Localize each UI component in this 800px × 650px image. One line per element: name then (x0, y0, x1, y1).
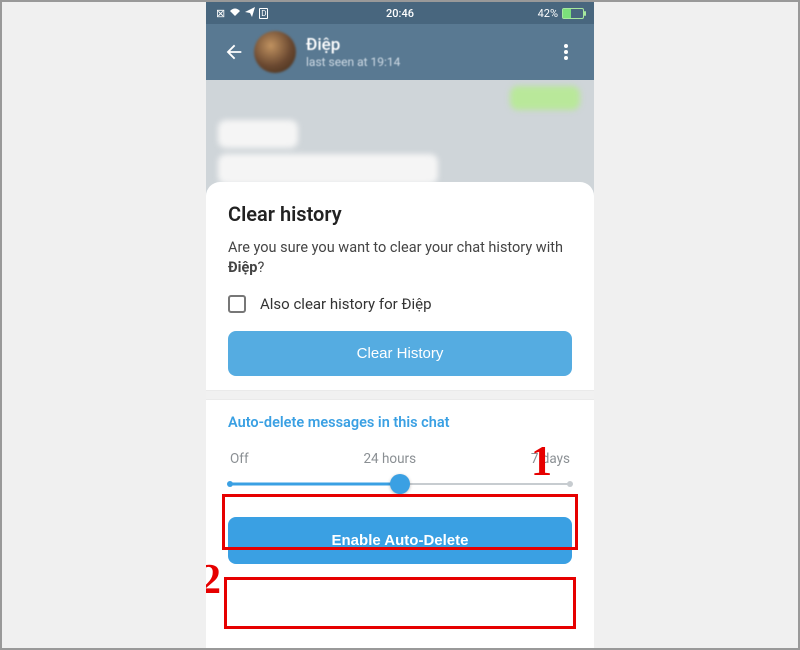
checkbox-icon[interactable] (228, 295, 246, 313)
phone-screen: ⊠ D 20:46 42% Điệp la (206, 2, 594, 648)
clear-history-sheet: Clear history Are you sure you want to c… (206, 182, 594, 648)
message-bubble-in (218, 154, 438, 184)
auto-delete-slider[interactable]: Off 24 hours 7 days (228, 445, 572, 501)
no-sim-icon: ⊠ (216, 7, 225, 20)
telegram-plane-icon (245, 7, 255, 20)
contact-name: Điệp (306, 35, 546, 55)
sheet-title: Clear history (228, 202, 572, 226)
chat-header: Điệp last seen at 19:14 (206, 24, 594, 80)
back-button[interactable] (214, 32, 254, 72)
sheet-description: Are you sure you want to clear your chat… (228, 238, 572, 279)
slider-tick (227, 481, 233, 487)
status-right: 42% (538, 7, 584, 20)
battery-icon (562, 8, 584, 19)
slider-label-7d: 7 days (531, 451, 570, 467)
menu-button[interactable] (546, 43, 586, 61)
slider-label-24h: 24 hours (363, 451, 416, 467)
auto-delete-section-title: Auto-delete messages in this chat (228, 414, 572, 431)
also-clear-checkbox-row[interactable]: Also clear history for Điệp (228, 295, 572, 313)
slider-label-off: Off (230, 451, 249, 467)
status-bar: ⊠ D 20:46 42% (206, 2, 594, 24)
battery-pct: 42% (538, 7, 558, 20)
slider-labels: Off 24 hours 7 days (230, 451, 570, 467)
slider-tick (567, 481, 573, 487)
message-bubble-out (510, 86, 580, 110)
status-time: 20:46 (386, 7, 414, 20)
contact-status: last seen at 19:14 (306, 55, 546, 69)
also-clear-label: Also clear history for Điệp (260, 295, 432, 313)
slider-thumb[interactable] (390, 474, 410, 494)
data-icon: D (259, 8, 268, 19)
slider-track[interactable] (230, 477, 570, 491)
clear-history-button[interactable]: Clear History (228, 331, 572, 376)
header-text[interactable]: Điệp last seen at 19:14 (306, 35, 546, 69)
status-left-icons: ⊠ D (216, 7, 268, 20)
avatar[interactable] (254, 31, 296, 73)
enable-auto-delete-button[interactable]: Enable Auto-Delete (228, 517, 572, 564)
tutorial-frame: ⊠ D 20:46 42% Điệp la (0, 0, 800, 650)
message-bubble-in (218, 120, 298, 148)
wifi-icon (229, 7, 241, 20)
section-divider (206, 390, 594, 400)
